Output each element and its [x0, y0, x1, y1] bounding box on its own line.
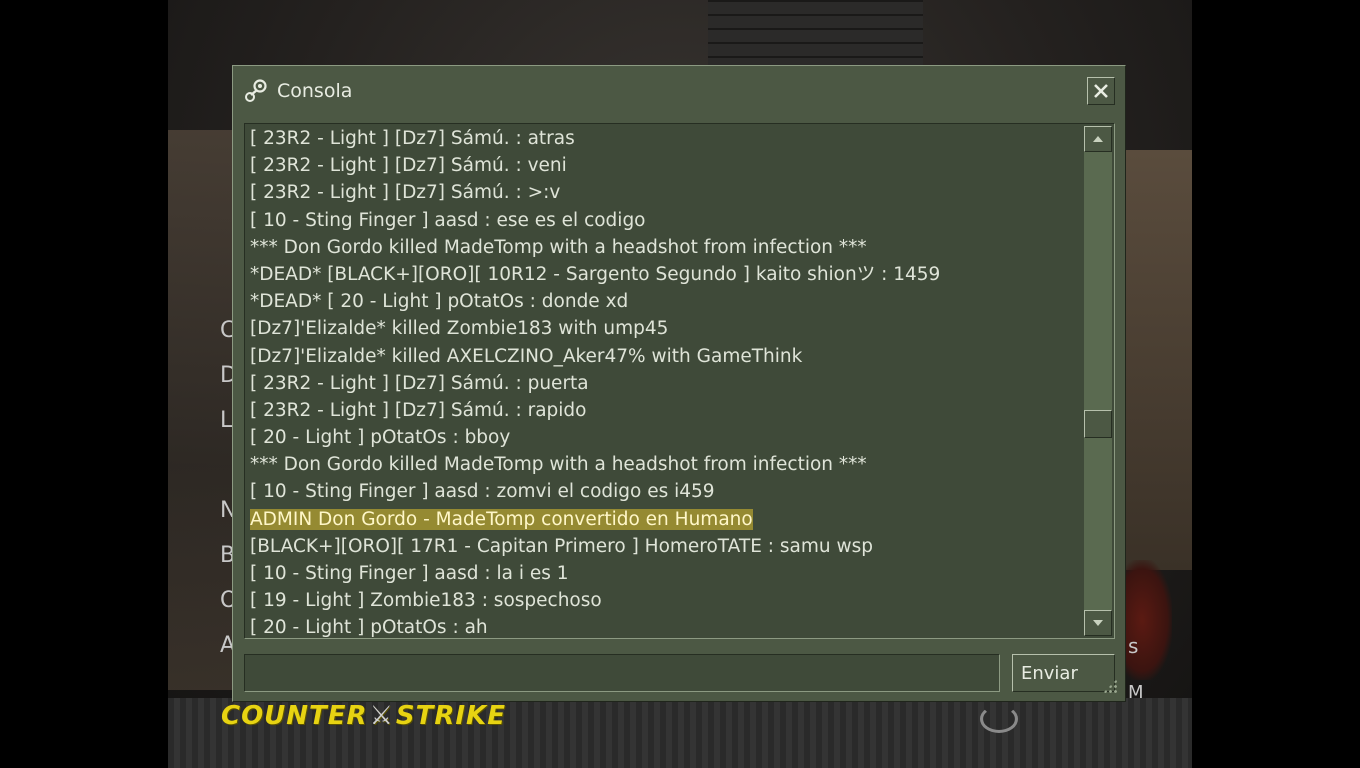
- log-line: [ 10 - Sting Finger ] aasd : zomvi el co…: [250, 481, 715, 503]
- arrow-down-icon: [1093, 620, 1103, 626]
- log-line: [ 23R2 - Light ] [Dz7] Sámú. : atras: [250, 128, 575, 149]
- log-line: *DEAD* [ 20 - Light ] pOtatOs : donde xd: [250, 291, 629, 313]
- counter-strike-logo: COUNTER⚔STRIKE: [221, 701, 506, 731]
- log-line: [ 23R2 - Light ] [Dz7] Sámú. : veni: [250, 155, 567, 177]
- console-window: Consola [ 23R2 - Light ] [Dz7] Sámú. : a…: [232, 65, 1126, 702]
- brick-pillar: [708, 0, 923, 70]
- logo-text-right: STRIKE: [395, 701, 506, 731]
- close-button[interactable]: [1087, 77, 1115, 105]
- log-line: [ 23R2 - Light ] [Dz7] Sámú. : rapido: [250, 399, 587, 421]
- background-text-s: s: [1128, 634, 1139, 658]
- log-line: [Dz7]'Elizalde* killed AXELCZINO_Aker47%…: [250, 345, 803, 367]
- log-line: *** Don Gordo killed MadeTomp with a hea…: [250, 454, 867, 476]
- log-line: [ 10 - Sting Finger ] aasd : la i es 1: [250, 563, 569, 584]
- log-line: [Dz7]'Elizalde* killed Zombie183 with um…: [250, 318, 669, 340]
- soldier-icon: ⚔: [369, 701, 394, 731]
- close-icon: [1094, 84, 1108, 98]
- log-line: *** Don Gordo killed MadeTomp with a hea…: [250, 236, 867, 258]
- console-title: Consola: [277, 80, 353, 102]
- scroll-up-button[interactable]: [1084, 126, 1112, 152]
- steam-icon: [245, 79, 267, 102]
- scroll-down-button[interactable]: [1084, 610, 1112, 636]
- scroll-thumb[interactable]: [1084, 410, 1112, 438]
- console-title-bar[interactable]: Consola: [243, 78, 352, 104]
- log-line: ADMIN Don Gordo - MadeTomp convertido en…: [250, 506, 1080, 533]
- log-line: [ 20 - Light ] pOtatOs : ah: [250, 617, 488, 639]
- command-input[interactable]: [244, 654, 1000, 692]
- right-wall: [1122, 150, 1192, 570]
- log-line: [ 19 - Light ] Zombie183 : sospechoso: [250, 590, 602, 612]
- log-line: [ 10 - Sting Finger ] aasd : ese es el c…: [250, 209, 646, 231]
- log-line: [ 23R2 - Light ] [Dz7] Sámú. : puerta: [250, 372, 589, 394]
- background-text-m: M: [1128, 682, 1144, 703]
- highlighted-log-text: ADMIN Don Gordo - MadeTomp convertido en…: [250, 508, 753, 530]
- send-button[interactable]: Enviar: [1012, 654, 1115, 692]
- logo-text-left: COUNTER: [221, 701, 368, 731]
- arrow-up-icon: [1093, 136, 1103, 142]
- log-line: [BLACK+][ORO][ 17R1 - Capitan Primero ] …: [250, 535, 873, 557]
- log-scrollbar[interactable]: [1084, 126, 1112, 636]
- menu-letter-3[interactable]: L: [220, 408, 232, 433]
- log-line: [ 23R2 - Light ] [Dz7] Sámú. : >:v: [250, 182, 561, 204]
- console-log[interactable]: [ 23R2 - Light ] [Dz7] Sámú. : atras [ 23…: [244, 123, 1115, 639]
- log-line: [ 20 - Light ] pOtatOs : bboy: [250, 427, 511, 449]
- steam-logo-icon: [980, 705, 1018, 733]
- log-lines: [ 23R2 - Light ] [Dz7] Sámú. : atras [ 23…: [250, 125, 1080, 639]
- log-line: *DEAD* [BLACK+][ORO][ 10R12 - Sargento S…: [250, 263, 941, 285]
